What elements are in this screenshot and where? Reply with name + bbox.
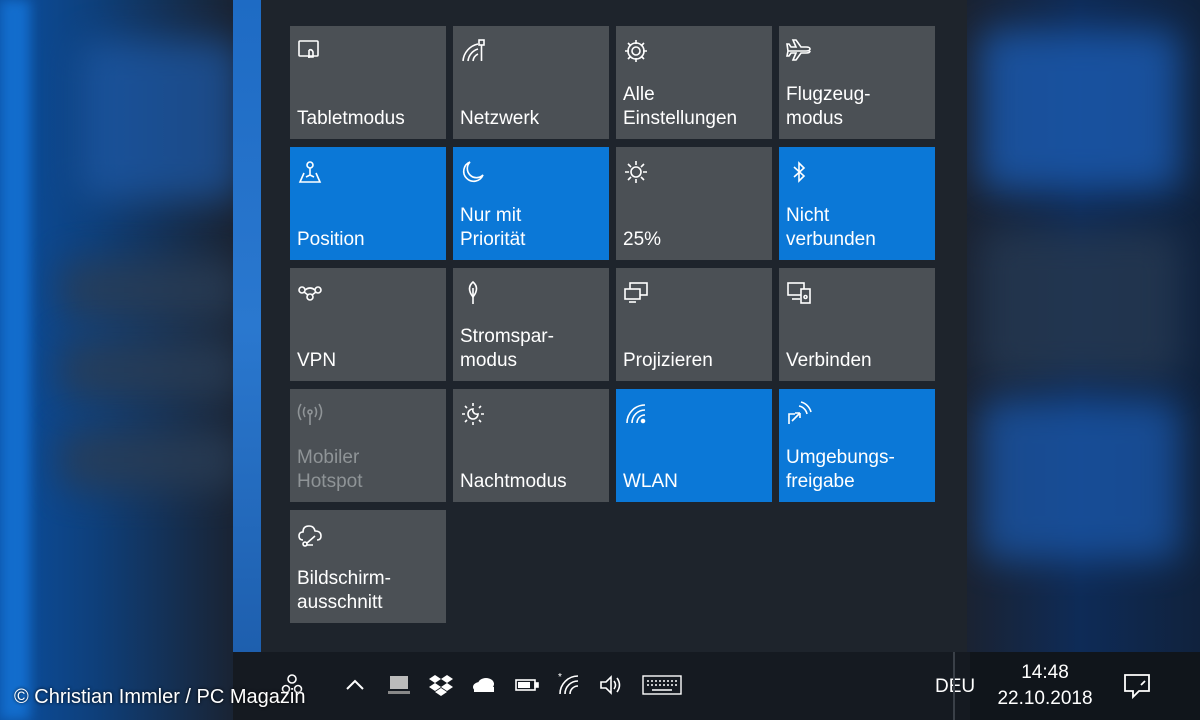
tile-label: Umgebungs- freigabe: [786, 447, 895, 492]
tile-label: Stromspar- modus: [460, 326, 554, 371]
quick-action-tile-nicht-verbunden[interactable]: Nicht verbunden: [779, 147, 935, 260]
quick-action-tile-projizieren[interactable]: Projizieren: [616, 268, 772, 381]
screen: Tabletmodus Netzwerk Alle Einstellungen Flu…: [0, 0, 1200, 720]
connect-icon: [786, 280, 812, 306]
quick-action-tile-netzwerk[interactable]: Netzwerk: [453, 26, 609, 139]
dropbox-icon[interactable]: [427, 670, 455, 700]
input-language[interactable]: DEU: [935, 676, 975, 698]
volume-icon[interactable]: [597, 670, 625, 700]
tile-label: Nur mit Priorität: [460, 205, 526, 250]
tile-label: Nachtmodus: [460, 471, 567, 492]
tile-label: Verbinden: [786, 350, 872, 371]
vpn-icon: [297, 280, 323, 306]
battery-saver-icon: [460, 280, 486, 306]
keyboard-icon[interactable]: [641, 670, 683, 700]
tile-label: Netzwerk: [460, 108, 540, 129]
quick-action-tile-position[interactable]: Position: [290, 147, 446, 260]
quick-action-tile-verbinden[interactable]: Verbinden: [779, 268, 935, 381]
night-light-icon: [460, 401, 486, 427]
network-icon: [460, 38, 486, 64]
location-icon: [297, 159, 323, 185]
action-center-notification-icon[interactable]: [1121, 670, 1153, 702]
tile-label: Projizieren: [623, 350, 713, 371]
tablet-mode-icon: [297, 38, 323, 64]
moon-icon: [460, 159, 486, 185]
quick-action-tile-bildschirm-ausschnitt[interactable]: Bildschirm- ausschnitt: [290, 510, 446, 623]
quick-action-tile-nachtmodus[interactable]: Nachtmodus: [453, 389, 609, 502]
network-drive-icon[interactable]: [385, 670, 413, 700]
quick-action-tile-stromspar-modus[interactable]: Stromspar- modus: [453, 268, 609, 381]
tile-label: 25%: [623, 229, 662, 250]
tile-label: Tabletmodus: [297, 108, 405, 129]
quick-action-tile-flugzeug-modus[interactable]: Flugzeug- modus: [779, 26, 935, 139]
brightness-icon: [623, 159, 649, 185]
hotspot-icon: [297, 401, 323, 427]
quick-action-tile-25%[interactable]: 25%: [616, 147, 772, 260]
quick-actions-grid: Tabletmodus Netzwerk Alle Einstellungen Flu…: [290, 26, 935, 623]
quick-action-tile-mobiler-hotspot: Mobiler Hotspot: [290, 389, 446, 502]
onedrive-cloud-icon[interactable]: [469, 670, 497, 700]
tile-label: Alle Einstellungen: [623, 84, 738, 129]
svg-text:*: *: [558, 672, 562, 683]
tile-label: Mobiler Hotspot: [297, 447, 363, 492]
quick-action-tile-wlan[interactable]: WLAN: [616, 389, 772, 502]
quick-action-tile-alle-einstellungen[interactable]: Alle Einstellungen: [616, 26, 772, 139]
tile-label: VPN: [297, 350, 337, 371]
tile-label: Nicht verbunden: [786, 205, 876, 250]
airplane-icon: [786, 38, 812, 64]
clock[interactable]: 14:48 22.10.2018: [997, 660, 1093, 712]
taskbar: * DEU 14:48 22.10.2018: [233, 652, 1200, 720]
project-icon: [623, 280, 649, 306]
panel-accent-strip: [233, 0, 261, 652]
quick-action-tile-umgebungs-freigabe[interactable]: Umgebungs- freigabe: [779, 389, 935, 502]
wifi-icon: [623, 401, 649, 427]
tile-label: WLAN: [623, 471, 678, 492]
tile-label: Flugzeug- modus: [786, 84, 871, 129]
chevron-up-icon[interactable]: [341, 670, 369, 700]
screen-snip-icon: [297, 522, 323, 548]
gear-icon: [623, 38, 649, 64]
photo-credit: © Christian Immler / PC Magazin: [14, 686, 306, 708]
taskbar-show-desktop-divider[interactable]: [953, 652, 955, 720]
quick-action-tile-vpn[interactable]: VPN: [290, 268, 446, 381]
desktop-edge: [0, 0, 30, 720]
clock-time: 14:48: [1021, 662, 1069, 683]
battery-icon[interactable]: [513, 670, 541, 700]
tile-label: Bildschirm- ausschnitt: [297, 568, 391, 613]
quick-action-tile-tabletmodus[interactable]: Tabletmodus: [290, 26, 446, 139]
quick-action-tile-nur-mit-priorität[interactable]: Nur mit Priorität: [453, 147, 609, 260]
tile-label: Position: [297, 229, 365, 250]
bluetooth-icon: [786, 159, 812, 185]
clock-date: 22.10.2018: [997, 688, 1093, 709]
nearby-sharing-icon: [786, 401, 812, 427]
wifi-status-icon[interactable]: *: [555, 670, 583, 700]
